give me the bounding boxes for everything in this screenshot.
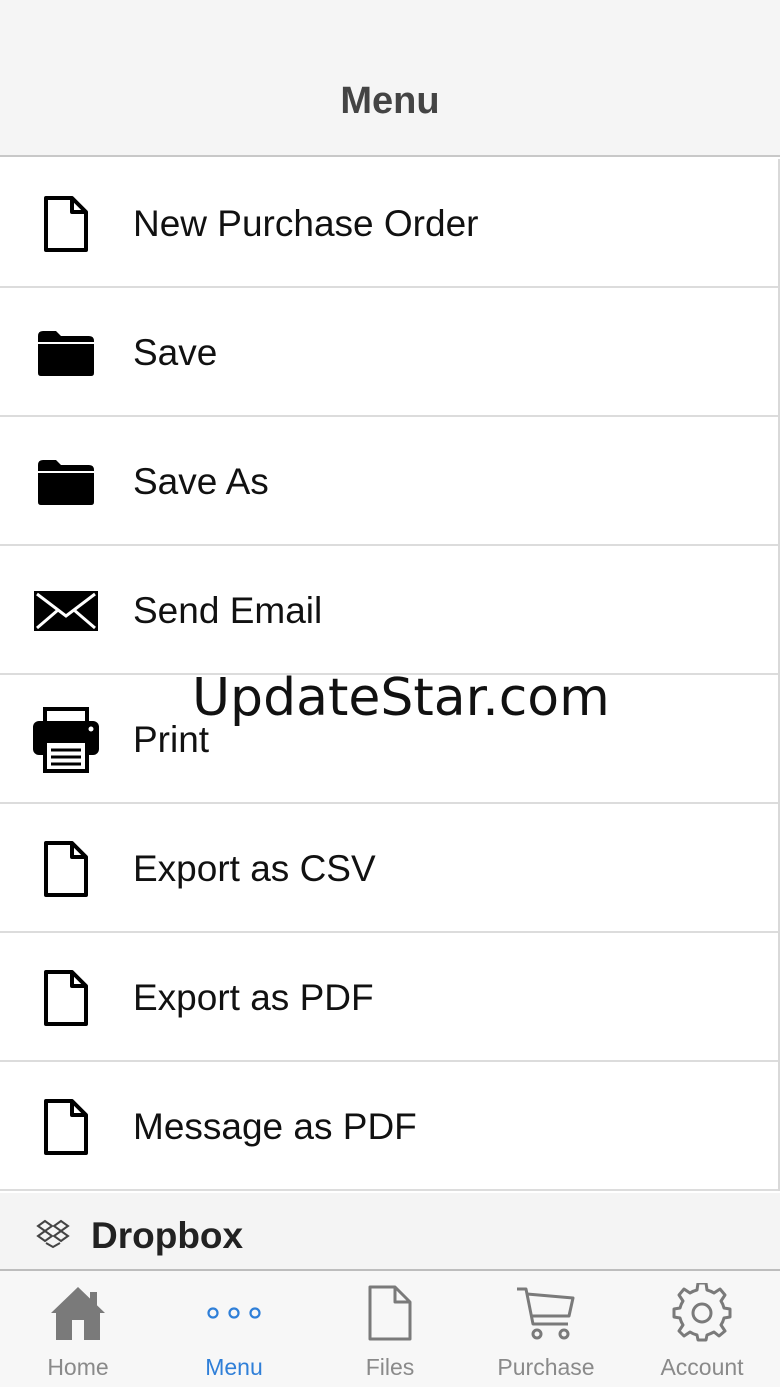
cart-icon [513, 1283, 579, 1343]
document-icon [30, 836, 102, 902]
document-icon [30, 965, 102, 1031]
tab-bar: Home Menu Files Purchase Account [0, 1269, 780, 1387]
tab-account[interactable]: Account [624, 1271, 780, 1387]
folder-icon [30, 449, 102, 515]
section-header-label: Dropbox [91, 1215, 244, 1256]
menu-item-export-pdf[interactable]: Export as PDF [0, 933, 778, 1062]
folder-icon [30, 320, 102, 386]
tab-purchase[interactable]: Purchase [468, 1271, 624, 1387]
menu-item-save-as[interactable]: Save As [0, 417, 778, 546]
page-title: Menu [340, 80, 440, 122]
document-icon [30, 1094, 102, 1160]
menu-item-label: New Purchase Order [133, 203, 479, 244]
menu-item-label: Send Email [133, 590, 323, 631]
envelope-icon [30, 578, 102, 644]
watermark: UpdateStar.com [192, 668, 610, 728]
tab-label: Home [47, 1354, 109, 1380]
menu-item-label: Message as PDF [133, 1106, 417, 1147]
navigation-bar: Menu [0, 0, 780, 157]
more-dots-icon [201, 1283, 267, 1343]
tab-label: Account [660, 1354, 744, 1380]
menu-item-label: Export as PDF [133, 977, 374, 1018]
menu-item-new-purchase-order[interactable]: New Purchase Order [0, 159, 778, 288]
menu-item-export-csv[interactable]: Export as CSV [0, 804, 778, 933]
section-header-dropbox: Dropbox [0, 1193, 780, 1269]
document-icon [30, 191, 102, 257]
menu-item-message-pdf[interactable]: Message as PDF [0, 1062, 778, 1191]
tab-menu[interactable]: Menu [156, 1271, 312, 1387]
tab-label: Purchase [497, 1354, 595, 1380]
menu-item-label: Export as CSV [133, 848, 376, 889]
gear-icon [669, 1283, 735, 1343]
dropbox-icon [36, 1219, 70, 1249]
file-icon [357, 1283, 423, 1343]
home-icon [45, 1283, 111, 1343]
menu-item-save[interactable]: Save [0, 288, 778, 417]
menu-item-label: Save As [133, 461, 269, 502]
menu-item-send-email[interactable]: Send Email [0, 546, 778, 675]
tab-label: Menu [205, 1354, 263, 1380]
printer-icon [30, 707, 102, 773]
menu-item-label: Save [133, 332, 218, 373]
tab-files[interactable]: Files [312, 1271, 468, 1387]
tab-home[interactable]: Home [0, 1271, 156, 1387]
tab-label: Files [365, 1354, 415, 1380]
